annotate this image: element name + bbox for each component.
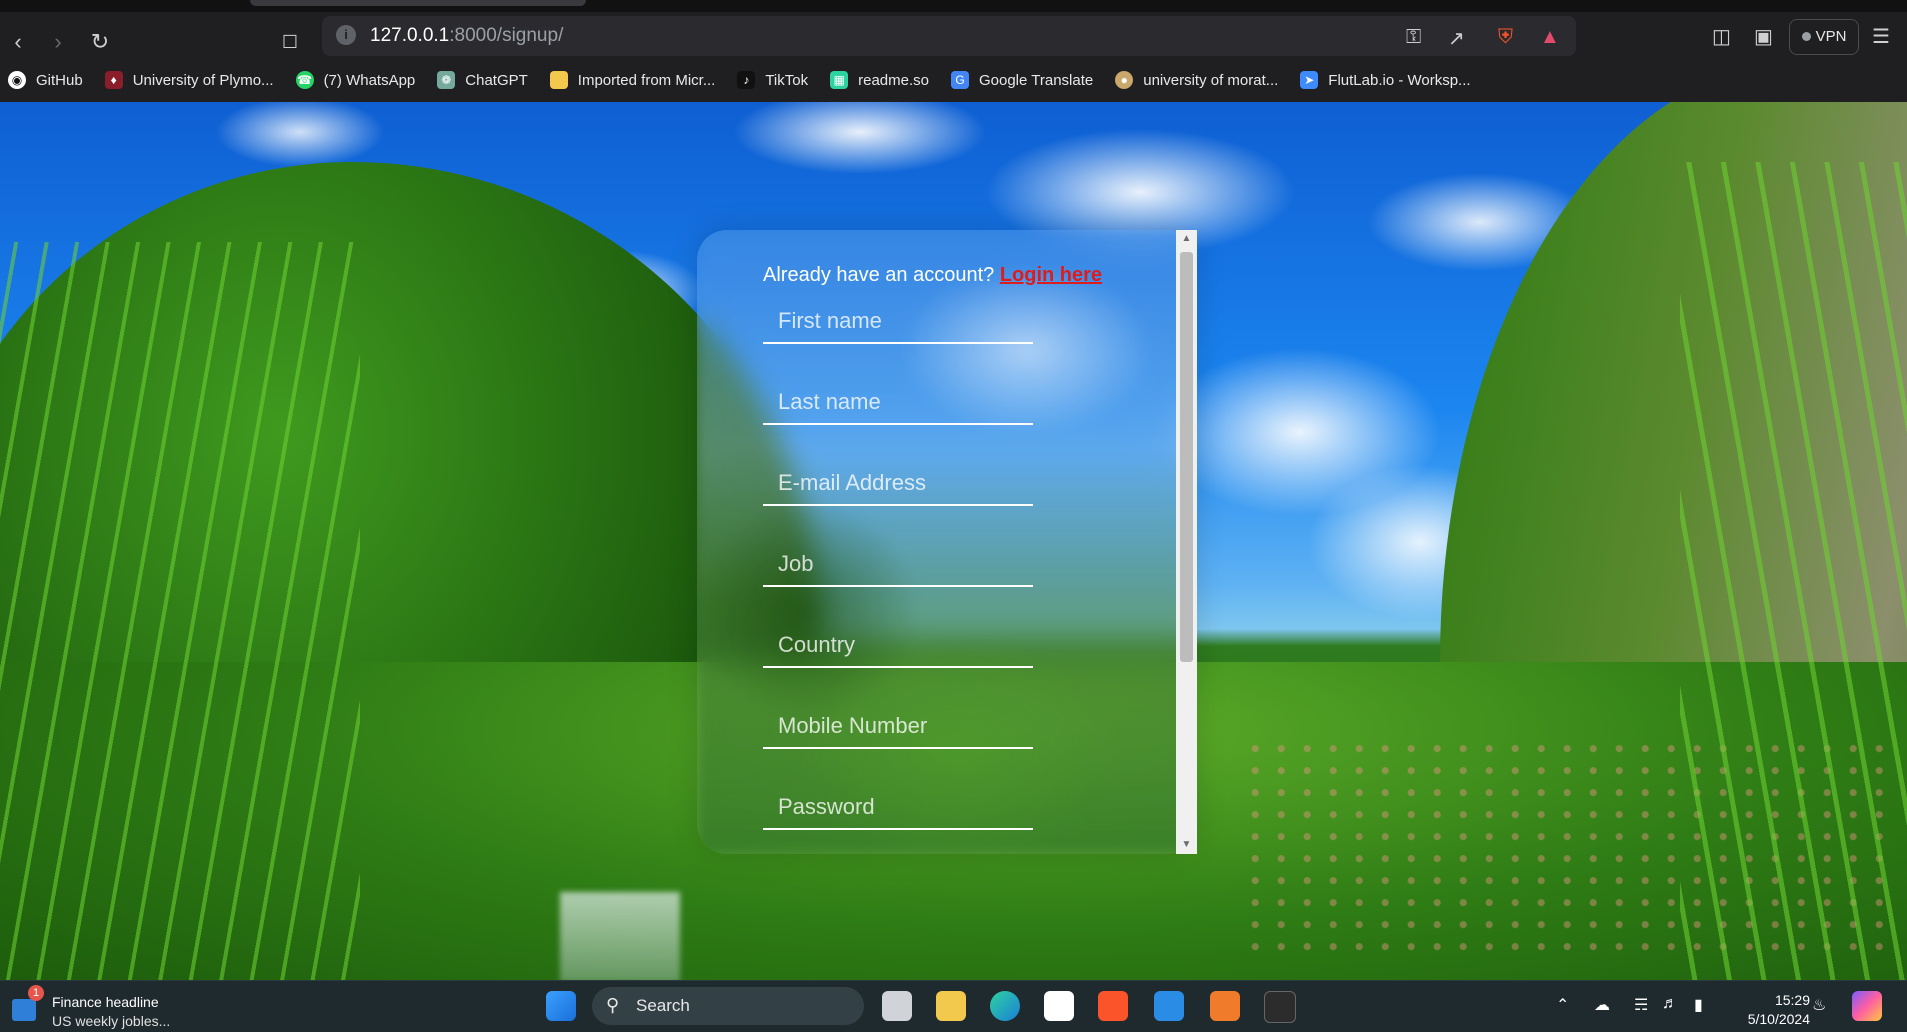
login-link[interactable]: Login here [1000, 264, 1102, 286]
search-label: Search [636, 996, 690, 1015]
bookmark-label: readme.so [858, 71, 929, 89]
bookmark-imported-folder[interactable]: Imported from Micr... [549, 71, 716, 89]
bookmark-tiktok[interactable]: ♪ TikTok [737, 71, 808, 89]
scroll-up-icon[interactable]: ▲ [1176, 230, 1197, 248]
address-bar[interactable]: i 127.0.0.1:8000/signup/ ⚿ ↗ ⛨ ▲ [322, 16, 1576, 56]
bookmark-readme[interactable]: ▦ readme.so [830, 71, 929, 89]
onedrive-icon[interactable]: ☁ [1594, 995, 1610, 1015]
job-input[interactable] [763, 543, 1033, 587]
login-prompt: Already have an account? Login here [763, 264, 1102, 287]
signup-form-panel: Already have an account? Login here [697, 230, 1197, 854]
menu-icon[interactable]: ☰ [1872, 24, 1890, 49]
wifi-icon[interactable]: ☴ [1634, 995, 1648, 1015]
news-subtitle: US weekly jobles... [52, 1013, 171, 1029]
vscode-icon[interactable] [1154, 991, 1184, 1021]
vpn-status-icon [1801, 32, 1811, 41]
bookmark-label: ChatGPT [465, 71, 528, 89]
tiktok-icon: ♪ [737, 71, 756, 89]
edge-icon[interactable] [990, 991, 1020, 1021]
notification-badge: 1 [28, 985, 44, 1001]
vpn-label: VPN [1815, 28, 1847, 45]
university-moratuwa-icon: ● [1115, 71, 1134, 89]
search-icon: ⚲ [606, 995, 620, 1015]
url-host: 127.0.0.1 [370, 25, 450, 46]
file-explorer-icon[interactable] [936, 991, 966, 1021]
mobile-number-input[interactable] [763, 705, 1033, 749]
share-icon[interactable]: ↗ [1448, 26, 1465, 51]
login-prompt-text: Already have an account? [763, 264, 1000, 286]
wallet-icon[interactable]: ▣ [1754, 24, 1773, 49]
github-icon: ◉ [8, 71, 26, 89]
chatgpt-icon: ❁ [437, 71, 456, 89]
tall-grass-right [1680, 162, 1907, 980]
bookmark-university-moratuwa[interactable]: ● university of morat... [1115, 71, 1278, 89]
bookmarks-bar: ◉ GitHub ♦ University of Plymo... ☎ (7) … [0, 58, 1907, 102]
xampp-icon[interactable] [1210, 991, 1240, 1021]
country-input[interactable] [763, 624, 1033, 668]
folder-icon [549, 71, 568, 89]
taskbar-clock[interactable]: 15:29 5/10/2024 [1730, 991, 1810, 1029]
back-icon[interactable]: ‹ [4, 28, 32, 56]
forward-icon[interactable]: › [44, 28, 72, 56]
bookmark-label: university of morat... [1143, 71, 1279, 89]
site-info-icon[interactable]: i [336, 25, 356, 45]
university-crest-icon: ♦ [104, 71, 123, 89]
chevron-up-icon[interactable]: ⌃ [1556, 995, 1569, 1015]
bookmark-label: Google Translate [978, 71, 1094, 89]
bookmark-label: FlutLab.io - Worksp... [1328, 71, 1471, 89]
whatsapp-icon: ☎ [295, 71, 314, 89]
url-path: :8000/signup/ [449, 25, 564, 46]
google-translate-icon: G [950, 71, 969, 89]
task-view-icon[interactable] [882, 991, 912, 1021]
scroll-thumb[interactable] [1180, 252, 1193, 662]
battery-icon[interactable]: ▮ [1694, 995, 1703, 1015]
password-input[interactable] [763, 786, 1033, 830]
bookmark-google-translate[interactable]: G Google Translate [950, 71, 1094, 89]
bookmark-label: GitHub [36, 71, 83, 89]
taskbar: 1 Finance headline US weekly jobles... ⚲… [0, 980, 1907, 1032]
bookmark-whatsapp[interactable]: ☎ (7) WhatsApp [295, 71, 416, 89]
readme-icon: ▦ [830, 71, 849, 89]
bookmark-label: University of Plymo... [132, 71, 274, 89]
windows-start-icon[interactable] [546, 991, 576, 1021]
first-name-input[interactable] [763, 300, 1033, 344]
bookmark-label: Imported from Micr... [577, 71, 716, 89]
brave-icon[interactable] [1098, 991, 1128, 1021]
microsoft-store-icon[interactable] [1044, 991, 1074, 1021]
tall-grass-left [0, 242, 360, 980]
bookmark-chatgpt[interactable]: ❁ ChatGPT [437, 71, 528, 89]
terminal-icon[interactable] [1264, 991, 1296, 1023]
clock-time: 15:29 [1774, 992, 1810, 1008]
sidebar-icon[interactable]: ◫ [1712, 24, 1731, 49]
bookmark-label: (7) WhatsApp [323, 71, 416, 89]
vpn-button[interactable]: VPN [1789, 19, 1859, 55]
clock-date: 5/10/2024 [1747, 1011, 1810, 1027]
news-title: Finance headline [52, 994, 159, 1010]
flutlab-icon: ➤ [1300, 71, 1319, 89]
news-icon [12, 999, 36, 1021]
bookmark-icon[interactable]: ☐ [276, 28, 304, 56]
bookmark-label: TikTok [765, 71, 809, 89]
waterfall [560, 892, 680, 980]
scroll-down-icon[interactable]: ▼ [1176, 836, 1197, 854]
bookmark-github[interactable]: ◉ GitHub [8, 71, 83, 89]
last-name-input[interactable] [763, 381, 1033, 425]
reload-icon[interactable]: ↻ [86, 28, 114, 56]
volume-icon[interactable]: ♬ [1662, 995, 1678, 1013]
bookmark-flutlab[interactable]: ➤ FlutLab.io - Worksp... [1300, 71, 1471, 89]
form-scrollbar[interactable]: ▲ ▼ [1176, 230, 1197, 854]
url-text: 127.0.0.1:8000/signup/ [370, 25, 563, 47]
active-tab[interactable] [250, 0, 586, 6]
brave-rewards-icon[interactable]: ▲ [1540, 26, 1560, 49]
bookmark-university-plymouth[interactable]: ♦ University of Plymo... [104, 71, 274, 89]
notification-bell-icon[interactable]: ♨ [1812, 995, 1826, 1015]
key-icon[interactable]: ⚿ [1406, 26, 1421, 49]
email-input[interactable] [763, 462, 1033, 506]
taskbar-search[interactable]: ⚲ Search [592, 987, 864, 1025]
copilot-icon[interactable] [1852, 991, 1882, 1021]
brave-shields-icon[interactable]: ⛨ [1498, 26, 1513, 49]
